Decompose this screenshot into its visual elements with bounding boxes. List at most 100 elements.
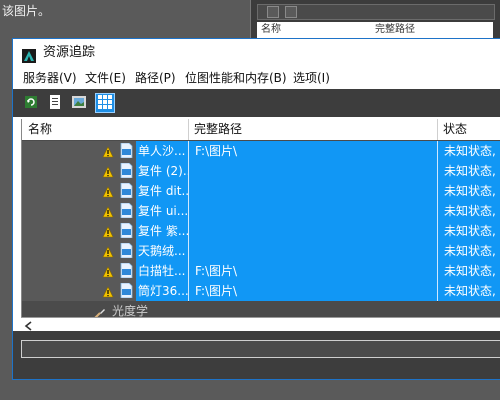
- horizontal-scrollbar[interactable]: [21, 317, 500, 332]
- file-name: 复件 紫...: [136, 221, 190, 241]
- background-header-path: 完整路径: [375, 24, 415, 35]
- name-cell[interactable]: 复件 (2)...: [22, 161, 190, 181]
- path-cell[interactable]: F:\图片\: [189, 281, 437, 301]
- grid-view-icon: [98, 94, 112, 112]
- warning-icon: [102, 224, 114, 238]
- file-status: 未知状态, ...: [444, 144, 500, 158]
- cell-divider: [188, 161, 189, 181]
- file-status: 未知状态, ...: [444, 224, 500, 238]
- thumbnail-view-button[interactable]: [69, 93, 89, 113]
- table-row[interactable]: 复件 紫... 未知状态, ...: [22, 221, 500, 242]
- table-row[interactable]: 天鹅绒... 未知状态, ...: [22, 241, 500, 262]
- table-header: 名称 完整路径 状态: [22, 119, 500, 140]
- list-view-button[interactable]: [45, 93, 65, 113]
- file-name: 天鹅绒...: [136, 241, 190, 261]
- warning-icon: [102, 164, 114, 178]
- dialog-titlebar[interactable]: 资源追踪: [13, 39, 500, 67]
- status-bar: [13, 331, 500, 379]
- background-window-header: 名称 完整路径: [257, 22, 493, 38]
- jpg-file-icon: [120, 242, 133, 259]
- path-cell[interactable]: [189, 181, 437, 201]
- background-text: 该图片。: [2, 4, 51, 18]
- path-cell[interactable]: F:\图片\: [189, 261, 437, 281]
- name-cell[interactable]: 单人沙...: [22, 141, 190, 161]
- refresh-icon: [24, 95, 38, 112]
- grid-view-button[interactable]: [95, 93, 115, 113]
- column-header-name[interactable]: 名称: [28, 119, 52, 140]
- jpg-file-icon: [120, 182, 133, 199]
- path-cell[interactable]: [189, 201, 437, 221]
- status-cell[interactable]: 未知状态, ...: [438, 241, 500, 261]
- table-row[interactable]: 复件 ui... 未知状态, ...: [22, 201, 500, 222]
- warning-icon: [102, 244, 114, 258]
- file-name: 筒灯36...: [136, 281, 190, 301]
- asset-table: 名称 完整路径 状态 单人沙...F:\图片\未知状态, ...复件 (2)..…: [21, 119, 500, 322]
- column-separator[interactable]: [188, 119, 189, 140]
- status-field: [21, 340, 500, 358]
- scroll-left-arrow-icon[interactable]: [24, 320, 34, 331]
- cell-divider: [188, 241, 189, 261]
- table-row[interactable]: 筒灯36... F:\图片\ 未知状态, ...: [22, 281, 500, 302]
- status-cell[interactable]: 未知状态, ...: [438, 281, 500, 301]
- jpg-file-icon: [120, 222, 133, 239]
- refresh-button[interactable]: [21, 93, 41, 113]
- cell-divider: [188, 281, 189, 301]
- column-header-path[interactable]: 完整路径: [194, 119, 242, 140]
- status-cell[interactable]: 未知状态, ...: [438, 161, 500, 181]
- table-row[interactable]: 白描牡... F:\图片\ 未知状态, ...: [22, 261, 500, 282]
- file-path: F:\图片\: [195, 264, 238, 278]
- status-cell[interactable]: 未知状态, ...: [438, 181, 500, 201]
- menu-options[interactable]: 选项(I): [291, 67, 332, 89]
- menu-path[interactable]: 路径(P): [133, 67, 178, 89]
- cell-divider: [188, 221, 189, 241]
- background-window-button: [267, 6, 279, 18]
- warning-icon: [102, 144, 114, 158]
- menu-bitmap-performance[interactable]: 位图性能和内存(B): [183, 67, 289, 89]
- name-cell[interactable]: 天鹅绒...: [22, 241, 190, 261]
- file-status: 未知状态, ...: [444, 284, 500, 298]
- jpg-file-icon: [120, 162, 133, 179]
- file-name: 白描牡...: [136, 261, 190, 281]
- file-path: F:\图片\: [195, 144, 238, 158]
- table-row[interactable]: 单人沙... F:\图片\ 未知状态, ...: [22, 141, 500, 162]
- file-status: 未知状态, ...: [444, 164, 500, 178]
- name-cell[interactable]: 复件 ui...: [22, 201, 190, 221]
- cell-divider: [188, 261, 189, 281]
- cell-divider: [188, 201, 189, 221]
- warning-icon: [102, 264, 114, 278]
- path-cell[interactable]: [189, 161, 437, 181]
- name-cell[interactable]: 复件 紫...: [22, 221, 190, 241]
- image-thumbnail-icon: [72, 95, 86, 112]
- path-cell[interactable]: [189, 241, 437, 261]
- table-row[interactable]: 复件 (2)... 未知状态, ...: [22, 161, 500, 182]
- path-cell[interactable]: [189, 221, 437, 241]
- file-status: 未知状态, ...: [444, 204, 500, 218]
- table-row[interactable]: 复件 dit... 未知状态, ...: [22, 181, 500, 202]
- file-name: 复件 dit...: [136, 181, 190, 201]
- name-cell[interactable]: 复件 dit...: [22, 181, 190, 201]
- toolbar: [13, 89, 500, 117]
- document-list-icon: [49, 94, 61, 112]
- menu-server[interactable]: 服务器(V): [21, 67, 79, 89]
- jpg-file-icon: [120, 202, 133, 219]
- path-cell[interactable]: F:\图片\: [189, 141, 437, 161]
- name-cell[interactable]: 白描牡...: [22, 261, 190, 281]
- file-name: 单人沙...: [136, 141, 190, 161]
- status-cell[interactable]: 未知状态, ...: [438, 261, 500, 281]
- status-cell[interactable]: 未知状态, ...: [438, 221, 500, 241]
- jpg-file-icon: [120, 262, 133, 279]
- menu-file[interactable]: 文件(E): [83, 67, 128, 89]
- dialog-title: 资源追踪: [43, 45, 96, 60]
- background-header-name: 名称: [261, 24, 281, 35]
- column-header-status[interactable]: 状态: [443, 119, 467, 140]
- status-cell[interactable]: 未知状态, ...: [438, 201, 500, 221]
- asset-tracking-dialog: 资源追踪 服务器(V) 文件(E) 路径(P) 位图性能和内存(B) 选项(I): [12, 38, 500, 380]
- status-cell[interactable]: 未知状态, ...: [438, 141, 500, 161]
- file-name: 复件 ui...: [136, 201, 190, 221]
- warning-icon: [102, 184, 114, 198]
- app-logo-icon: [22, 46, 36, 63]
- name-cell[interactable]: 筒灯36...: [22, 281, 190, 301]
- file-status: 未知状态, ...: [444, 244, 500, 258]
- column-separator[interactable]: [437, 119, 438, 140]
- cell-divider: [188, 141, 189, 161]
